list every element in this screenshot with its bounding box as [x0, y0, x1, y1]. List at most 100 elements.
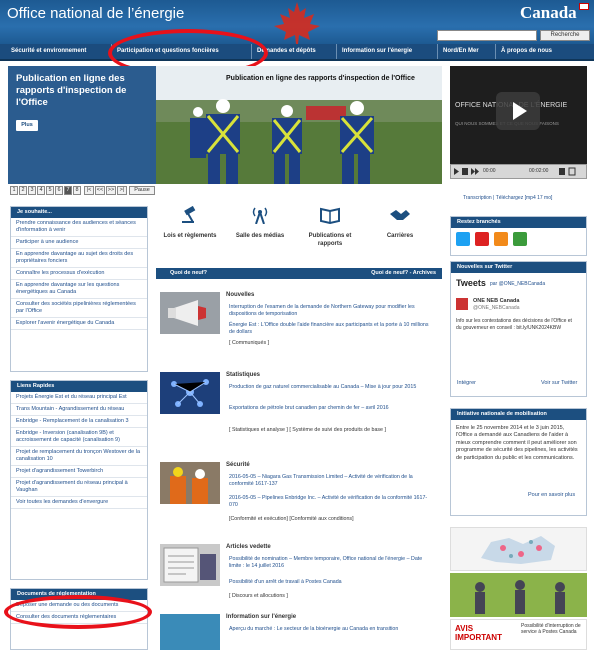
feature-image-caption: Publication en ligne des rapports d'insp… — [226, 75, 415, 82]
news-footer[interactable]: [ Discours et allocutions ] — [229, 593, 434, 600]
news-link[interactable]: Possibilité de nomination – Membre tempo… — [229, 556, 434, 570]
pager-pause-button[interactable]: Pause — [129, 186, 155, 195]
site-title[interactable]: Office national de l’énergie — [7, 5, 184, 22]
sidebar-link[interactable]: Prendre connaissance des audiences et sé… — [11, 218, 147, 237]
canada-wordmark[interactable]: Canada — [520, 3, 577, 23]
pager-page[interactable]: 1 — [10, 186, 18, 195]
news-footer[interactable]: [ Statistiques et analyse ] [ Système de… — [229, 427, 434, 434]
main-nav: Sécurité et environnement Participation … — [0, 44, 594, 61]
mobilisation-text: Entre le 25 novembre 2014 et le 3 juin 2… — [456, 425, 578, 461]
pager-page[interactable]: 5 — [46, 186, 54, 195]
video-player[interactable]: OFFICE NATIONAL DE L'ÉNERGIE QUI NOUS SO… — [450, 66, 587, 179]
news-link[interactable]: 2016-05-05 – Pipelines Enbridge Inc. – A… — [229, 495, 434, 509]
pager-page[interactable]: 8 — [73, 186, 81, 195]
nav-information[interactable]: Information sur l'énergie — [339, 44, 412, 59]
social-heading: Restez branchés — [451, 217, 586, 228]
icon-lois[interactable]: Lois et règlements — [160, 205, 220, 240]
sidebar-link[interactable]: Participer à une audience — [11, 237, 147, 249]
nav-securite[interactable]: Sécurité et environnement — [8, 44, 86, 59]
pager-page[interactable]: 2 — [19, 186, 27, 195]
news-block-energie: Information sur l'énergie Aperçu du marc… — [156, 614, 442, 650]
feature-title[interactable]: Publication en ligne des rapports d'insp… — [16, 73, 146, 109]
sidebar-link[interactable]: Connaître les processus d'exécution — [11, 268, 147, 280]
news-bar-title: Quoi de neuf? — [170, 270, 207, 276]
play-button[interactable] — [496, 92, 540, 130]
news-link[interactable]: Exportations de pétrole brut canadien pa… — [229, 405, 434, 412]
rss-icon[interactable] — [494, 232, 508, 246]
control-icons — [454, 167, 576, 176]
youtube-icon[interactable] — [475, 232, 489, 246]
news-thumb — [160, 544, 220, 586]
news-thumb — [160, 292, 220, 334]
video-links[interactable]: Transcription | Téléchargez [mp4 17 mo] — [463, 195, 552, 201]
search-button[interactable]: Recherche — [540, 30, 590, 41]
sidebar-link[interactable]: Projet d'agrandissement du réseau princi… — [11, 478, 147, 497]
nav-divider — [437, 44, 438, 59]
pager-page[interactable]: 3 — [28, 186, 36, 195]
news-archives-link[interactable]: Quoi de neuf? - Archives — [371, 268, 436, 279]
sidebar-link[interactable]: Explorer l'avenir énergétique du Canada — [11, 318, 147, 330]
workers-image — [170, 467, 208, 504]
avis-promo[interactable]: AVIS IMPORTANT Possibilité d'interruptio… — [450, 619, 587, 650]
sidebar-link[interactable]: Projet de remplacement du tronçon Westov… — [11, 447, 147, 466]
icon-carrieres[interactable]: Carrières — [370, 206, 430, 240]
tweets-label: Tweets — [456, 278, 486, 288]
search-input[interactable] — [437, 30, 537, 41]
icon-label: Lois et règlements — [163, 233, 217, 239]
mobilisation-link[interactable]: Pour en savoir plus — [528, 492, 575, 498]
sidebar-link[interactable]: Voir toutes les demandes d'envergure — [11, 497, 147, 509]
icon-medias[interactable]: Salle des médias — [230, 206, 290, 240]
news-heading: Articles vedette — [226, 544, 271, 550]
feature-image[interactable]: Publication en ligne des rapports d'insp… — [156, 66, 442, 184]
play-icon — [513, 102, 527, 120]
maple-leaf-icon — [274, 2, 320, 44]
pager-page-active[interactable]: 7 — [64, 186, 72, 195]
twitter-embed-link[interactable]: Intégrer — [457, 380, 476, 386]
sidebar-link[interactable]: En apprendre davantage sur les questions… — [11, 280, 147, 299]
news-footer[interactable]: [Conformité et exécution] [Conformité au… — [229, 516, 434, 523]
video-time: 00:00 — [483, 168, 496, 174]
quick-icons: Lois et règlements Salle des médias Publ… — [156, 205, 442, 266]
people-promo[interactable] — [450, 573, 587, 617]
news-link[interactable]: Aperçu du marché : Le secteur de la bioé… — [229, 626, 434, 633]
pager-page[interactable]: 4 — [37, 186, 45, 195]
nav-a-propos[interactable]: À propos de nous — [498, 44, 552, 59]
tweet-account-handle[interactable]: @ONE_NEBCanada — [473, 305, 520, 311]
news-heading: Nouvelles — [226, 292, 255, 298]
sidebar-link[interactable]: Trans Mountain - Agrandissement du résea… — [11, 404, 147, 416]
video-duration: 00:02:00 — [529, 168, 549, 174]
sidebar-link[interactable]: En apprendre davantage au sujet des droi… — [11, 249, 147, 268]
pager-prev-button[interactable]: << — [95, 186, 105, 195]
news-link[interactable]: 2016-05-05 – Niagara Gas Transmission Li… — [229, 474, 434, 488]
news-link[interactable]: Possibilité d'un arrêt de travail à Post… — [229, 579, 434, 586]
sidebar-link[interactable]: Consulter des sociétés pipelinières régl… — [11, 299, 147, 318]
news-heading: Statistiques — [226, 372, 261, 378]
sidebar-link[interactable]: Enbridge - Remplacement de la canalisati… — [11, 416, 147, 428]
pager-last-button[interactable]: >| — [117, 186, 127, 195]
news-footer[interactable]: [ Communiqués ] — [229, 340, 434, 347]
news-link[interactable]: Interruption de l'examen de la demande d… — [229, 304, 434, 318]
sidebar-link[interactable]: Enbridge - Inversion (canalisation 9B) e… — [11, 428, 147, 447]
gavel-icon — [182, 205, 196, 223]
email-icon[interactable] — [513, 232, 527, 246]
twitter-box: Nouvelles sur Twitter Tweets par @ONE_NE… — [450, 261, 587, 397]
pager-next-button[interactable]: >> — [106, 186, 116, 195]
twitter-handle-link[interactable]: par @ONE_NEBCanada — [490, 281, 545, 287]
pager-page[interactable]: 6 — [55, 186, 63, 195]
icon-publications[interactable]: Publications et rapports — [300, 206, 360, 248]
sidebar-souhaite: Je souhaite... Prendre connaissance des … — [10, 206, 148, 372]
sidebar-link[interactable]: Projet d'agrandissement Towerbirch — [11, 466, 147, 478]
nav-nord[interactable]: Nord/En Mer — [440, 44, 479, 59]
twitter-icon[interactable] — [456, 232, 470, 246]
twitter-heading: Nouvelles sur Twitter — [451, 262, 586, 273]
tweet-account[interactable]: ONE NEB Canada — [473, 298, 519, 304]
sidebar-heading: Je souhaite... — [11, 207, 147, 218]
twitter-view-link[interactable]: Voir sur Twitter — [541, 380, 577, 386]
news-link[interactable]: Énergie Est : L'Office double l'aide fin… — [229, 322, 434, 336]
people-image — [450, 573, 587, 617]
news-link[interactable]: Production de gaz naturel commercialisab… — [229, 384, 434, 391]
pager-first-button[interactable]: |< — [84, 186, 94, 195]
canada-map-promo[interactable] — [450, 527, 587, 571]
sidebar-link[interactable]: Projets Énergie Est et du réseau princip… — [11, 392, 147, 404]
more-button[interactable]: Plus — [16, 120, 38, 131]
